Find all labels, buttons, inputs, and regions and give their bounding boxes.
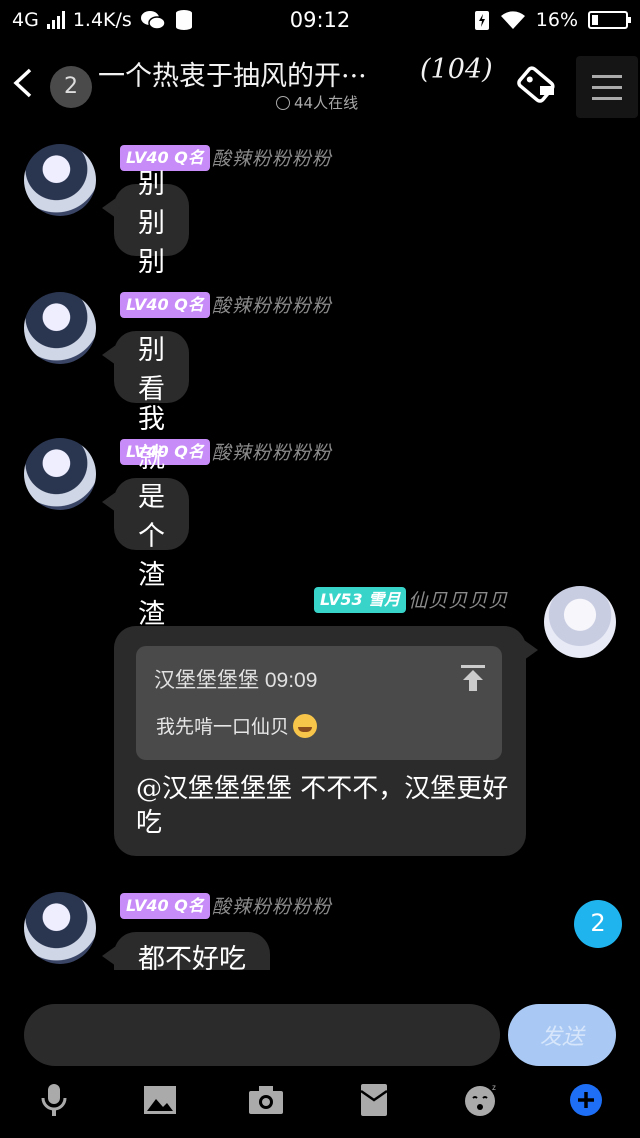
level-badge: LV40 Q名 <box>120 892 210 919</box>
message-item: LV40 Q名 酸辣粉粉粉粉 都不好吃 <box>0 0 640 970</box>
message-bubble[interactable]: 都不好吃 <box>102 932 270 970</box>
message-input[interactable] <box>24 1004 500 1066</box>
sender-meta: LV40 Q名 酸辣粉粉粉粉 <box>120 892 332 919</box>
new-messages-badge[interactable]: 2 <box>574 900 622 948</box>
svg-text:z: z <box>492 1083 496 1092</box>
chat-screen: 4G 1.4K/s 09:12 16% 2 一个热衷于抽风的开··· (104)… <box>0 0 640 1138</box>
sender-name: 酸辣粉粉粉粉 <box>211 896 332 918</box>
red-packet-icon[interactable] <box>352 1078 396 1122</box>
camera-icon[interactable] <box>244 1078 288 1122</box>
input-area: 发送 z <box>0 990 640 1138</box>
emoji-icon[interactable]: z <box>460 1078 504 1122</box>
plus-icon[interactable] <box>564 1078 608 1122</box>
image-icon[interactable] <box>138 1078 182 1122</box>
send-button[interactable]: 发送 <box>508 1004 616 1066</box>
input-toolbar: z <box>0 1078 640 1128</box>
microphone-icon[interactable] <box>32 1078 76 1122</box>
avatar[interactable] <box>24 892 96 964</box>
